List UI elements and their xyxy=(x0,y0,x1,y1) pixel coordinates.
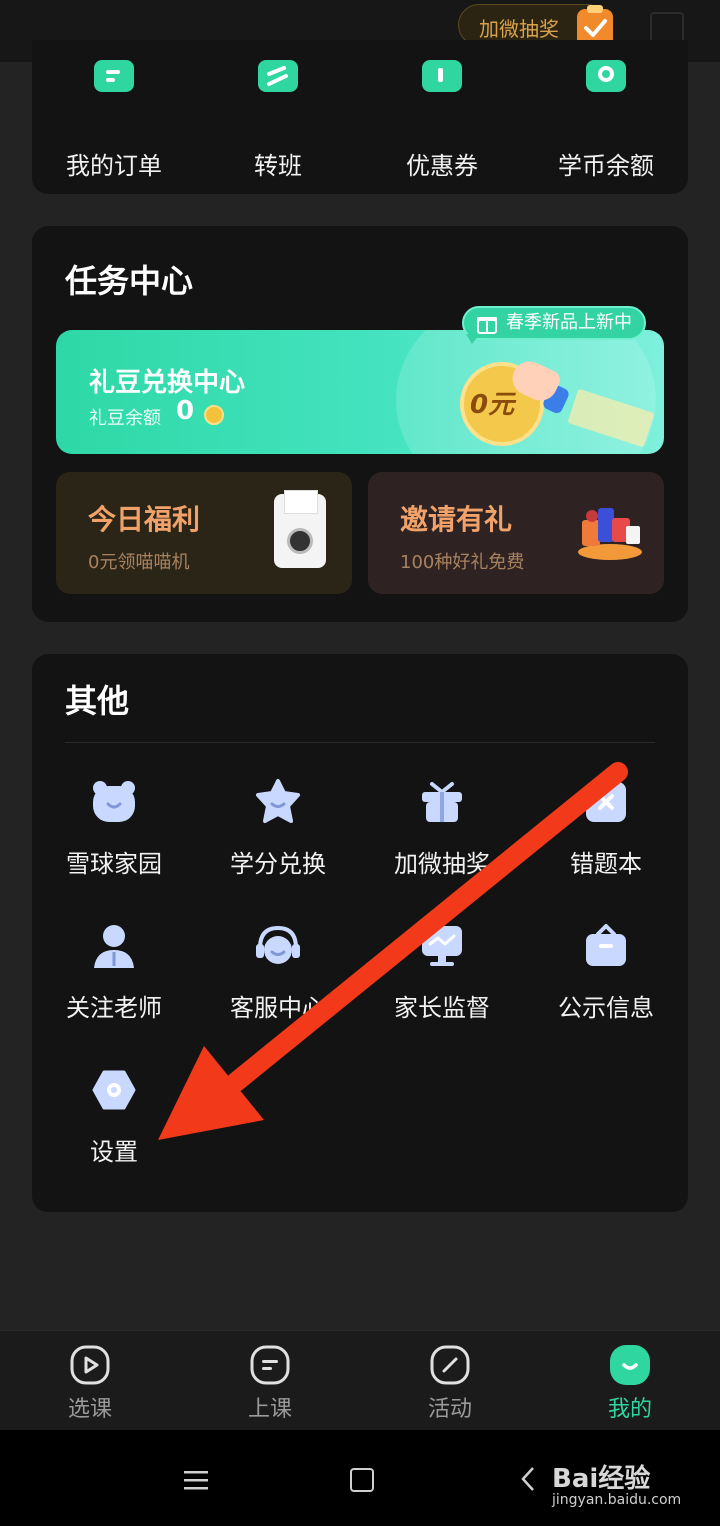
order-icon xyxy=(94,60,134,92)
section-divider xyxy=(65,742,655,743)
my-orders-label: 我的订单 xyxy=(66,152,162,180)
nav-attend-class[interactable]: 上课 xyxy=(180,1331,360,1431)
gift-icon xyxy=(422,782,462,822)
nav-select-course[interactable]: 选课 xyxy=(0,1331,180,1431)
invite-gift-subtitle: 100种好礼免费 xyxy=(400,552,525,573)
printer-lens xyxy=(287,528,313,554)
coin-balance-icon xyxy=(586,60,626,92)
nav-select-course-label: 选课 xyxy=(67,1397,112,1422)
other-title: 其他 xyxy=(65,682,130,720)
baidu-watermark: Bai经验 xyxy=(552,1464,651,1494)
public-info-label: 公示信息 xyxy=(558,994,654,1022)
spring-new-tag: 春季新品上新中 xyxy=(462,306,646,340)
watermark-url: jingyan.baidu.com xyxy=(552,1492,682,1508)
coupon-icon xyxy=(422,60,462,92)
coin-balance-label: 学币余额 xyxy=(558,152,654,180)
exchange-center-banner[interactable]: 礼豆兑换中心 礼豆余额 0 0元 xyxy=(56,330,664,454)
printer-paper xyxy=(284,490,318,514)
teacher-icon xyxy=(94,925,134,968)
daily-welfare-card[interactable]: 今日福利 0元领喵喵机 xyxy=(56,472,352,594)
coupon-label: 优惠券 xyxy=(406,152,478,180)
transfer-class-icon xyxy=(258,60,298,92)
profile-icon xyxy=(610,1345,650,1385)
credit-exchange-label: 学分兑换 xyxy=(230,850,326,878)
parent-supervision-label: 家长监督 xyxy=(394,994,490,1022)
wrong-notebook-label: 错题本 xyxy=(570,850,642,878)
class-icon xyxy=(250,1345,290,1385)
task-center-title: 任务中心 xyxy=(65,262,194,300)
task-center-card: 任务中心 礼豆兑换中心 礼豆余额 0 0元 春季新品上新中 今日福利 0元领喵喵… xyxy=(32,226,688,622)
invite-gift-title: 邀请有礼 xyxy=(400,503,513,536)
invite-gift-card[interactable]: 邀请有礼 100种好礼免费 xyxy=(368,472,664,594)
headset-icon xyxy=(256,925,300,964)
monitor-icon xyxy=(422,926,462,966)
add-wechat-lottery-label: 加微抽奖 xyxy=(394,850,490,878)
bean-coin-icon xyxy=(204,405,224,425)
follow-teacher-label: 关注老师 xyxy=(66,994,162,1022)
settings-label: 设置 xyxy=(90,1138,138,1166)
daily-welfare-subtitle: 0元领喵喵机 xyxy=(88,552,190,573)
customer-service-label: 客服中心 xyxy=(230,994,326,1022)
bottom-navigation: 选课 上课 活动 我的 xyxy=(0,1330,720,1431)
star-icon xyxy=(256,779,300,823)
printer-illustration xyxy=(274,490,326,568)
settings-icon xyxy=(92,1070,136,1110)
other-card: 其他 雪球家园 学分兑换 加微抽奖 错题本 关注老师 客服中心 家长监督 公示信… xyxy=(32,654,688,1212)
play-course-icon xyxy=(70,1345,110,1385)
briefcase-icon xyxy=(586,924,626,966)
bear-icon xyxy=(93,781,135,822)
nav-mine[interactable]: 我的 xyxy=(540,1331,720,1431)
wrong-notebook-icon xyxy=(586,782,626,822)
beans-balance-label: 礼豆余额 xyxy=(89,408,161,429)
daily-welfare-title: 今日福利 xyxy=(88,503,201,536)
exchange-center-title: 礼豆兑换中心 xyxy=(89,368,246,398)
activity-icon xyxy=(430,1345,470,1385)
home-icon[interactable] xyxy=(350,1468,374,1492)
nav-mine-label: 我的 xyxy=(607,1397,652,1422)
back-icon[interactable] xyxy=(520,1466,536,1492)
nav-activity[interactable]: 活动 xyxy=(360,1331,540,1431)
coin-text: 0元 xyxy=(470,390,515,420)
orders-card: 我的订单 转班 优惠券 学币余额 xyxy=(32,40,688,194)
nav-attend-class-label: 上课 xyxy=(247,1397,292,1422)
spring-tag-label: 春季新品上新中 xyxy=(506,312,632,333)
gift-box-icon xyxy=(477,317,497,334)
tag-pointer xyxy=(466,334,480,344)
nav-activity-label: 活动 xyxy=(427,1397,472,1422)
beans-balance-value: 0 xyxy=(176,396,195,426)
system-nav-bar: Bai经验 jingyan.baidu.com xyxy=(0,1430,720,1526)
transfer-class-label: 转班 xyxy=(254,152,302,180)
snowball-home-label: 雪球家园 xyxy=(66,850,162,878)
menu-icon[interactable] xyxy=(184,1470,208,1490)
gifts-illustration xyxy=(578,508,642,560)
lottery-label: 加微抽奖 xyxy=(479,17,559,41)
